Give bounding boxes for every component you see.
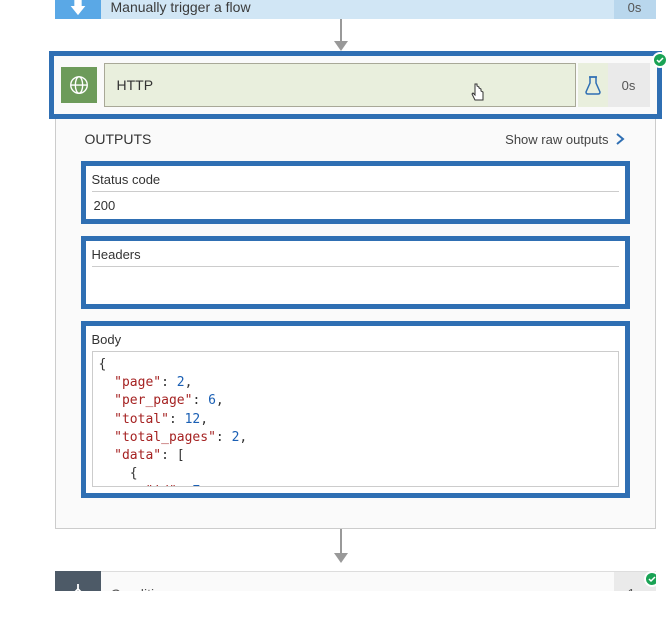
headers-value[interactable] [92,266,619,298]
connector [334,529,348,563]
check-icon [652,52,668,68]
http-header[interactable]: HTTP 0s [54,56,657,114]
outputs-label: OUTPUTS [85,131,152,147]
status-code-label: Status code [92,172,619,187]
body-label: Body [92,332,619,347]
trigger-title: Manually trigger a flow [101,0,614,19]
http-header-highlight: HTTP 0s [49,51,662,119]
show-raw-text: Show raw outputs [505,132,608,147]
condition-icon [55,571,101,591]
connector-line [340,19,342,41]
status-code-value[interactable]: 200 [92,191,619,213]
body-box: Body { "page": 2, "per_page": 6, "total"… [81,321,630,498]
http-title-text: HTTP [117,77,154,93]
flask-icon [578,63,608,107]
status-code-box: Status code 200 [81,161,630,224]
headers-label: Headers [92,247,619,262]
http-time: 0s [608,63,650,107]
trigger-card[interactable]: Manually trigger a flow 0s [55,0,656,19]
connector-arrow-icon [334,41,348,51]
check-icon [644,571,656,587]
trigger-time: 0s [614,0,656,19]
trigger-icon [55,0,101,19]
http-title[interactable]: HTTP [104,63,576,107]
body-value[interactable]: { "page": 2, "per_page": 6, "total": 12,… [92,351,619,487]
condition-title: Condition [101,571,614,591]
condition-card[interactable]: Condition 1s [55,571,656,591]
globe-icon [61,67,97,103]
show-raw-outputs-link[interactable]: Show raw outputs [505,132,625,147]
headers-box: Headers [81,236,630,309]
cursor-pointer-icon [469,82,487,107]
connector-arrow-icon [334,553,348,563]
outputs-panel: OUTPUTS Show raw outputs Status code 200… [56,119,655,528]
http-card: HTTP 0s OUTPUTS [55,51,656,529]
chevron-right-icon [614,132,626,146]
